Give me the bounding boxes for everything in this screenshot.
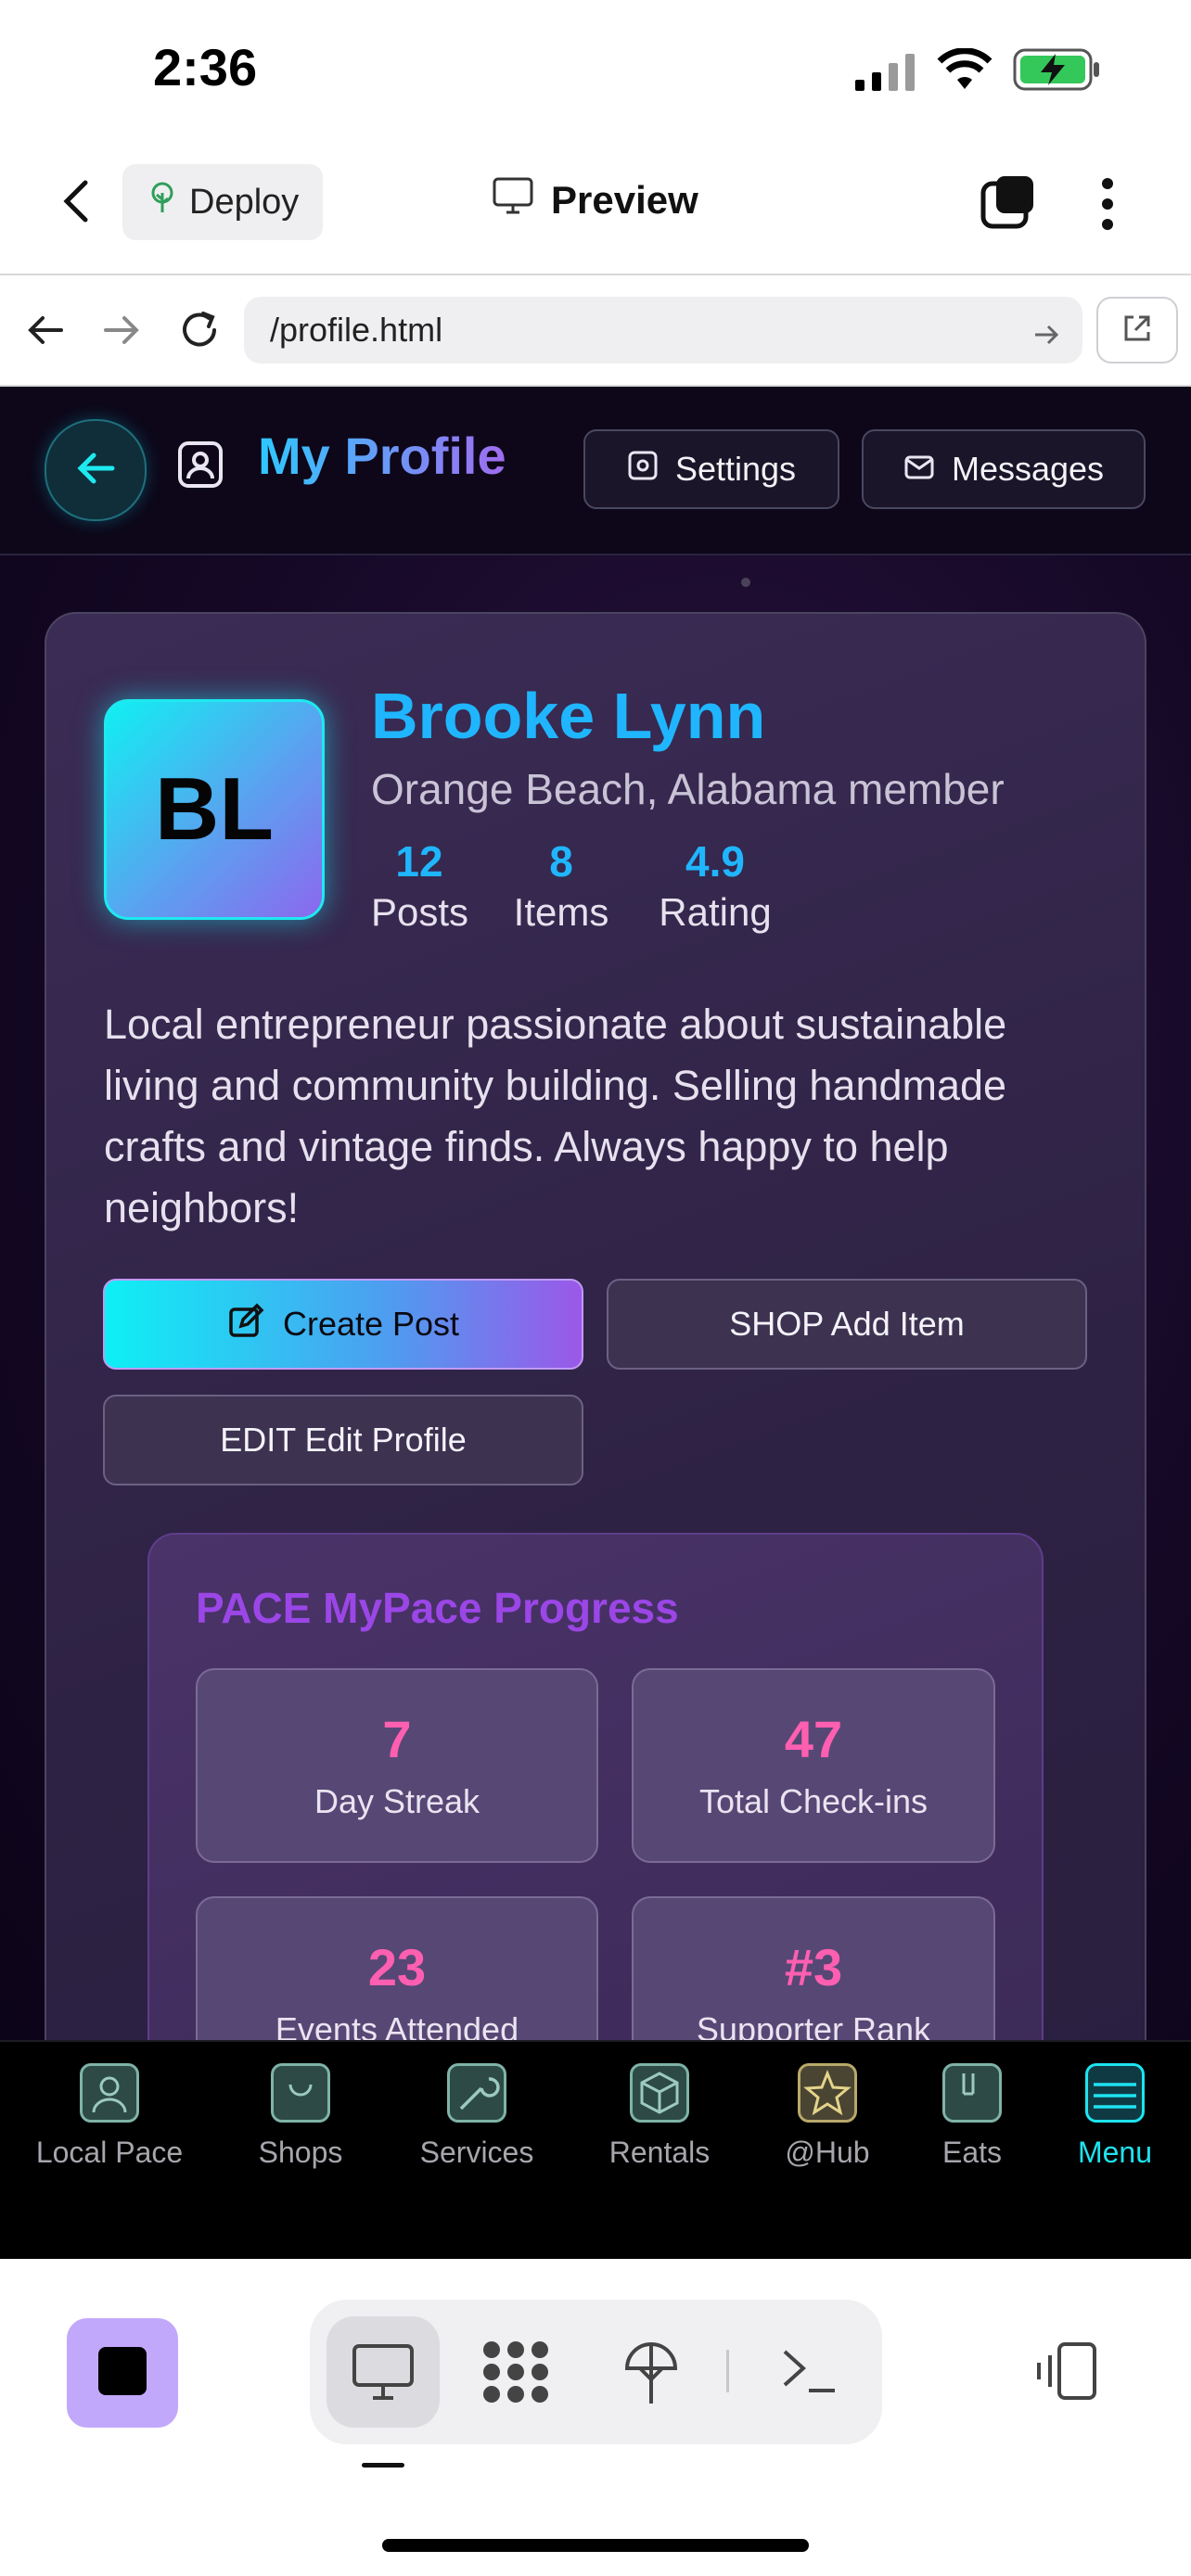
stop-button[interactable]: [67, 2318, 178, 2428]
web-content: My Profile Settings Messages BL Brooke L…: [0, 387, 1191, 2042]
star-icon: [798, 2063, 857, 2123]
profile-bio: Local entrepreneur passionate about sust…: [104, 1001, 1007, 1231]
nav-label: Rentals: [608, 2136, 711, 2169]
browser-back-icon[interactable]: [26, 313, 65, 351]
external-link-icon: [1121, 312, 1154, 350]
battery-icon: [1013, 48, 1102, 96]
deploy-button[interactable]: Deploy: [122, 164, 323, 240]
profile-name: Brooke Lynn: [371, 680, 766, 752]
open-external-button[interactable]: [1096, 297, 1178, 363]
bag-icon: [271, 2063, 330, 2123]
stat-label: Posts: [371, 890, 469, 934]
grid-pattern-icon[interactable]: [480, 2339, 551, 2410]
monitor-icon: [492, 176, 534, 224]
stat-value: 4.9: [685, 837, 745, 886]
menu-icon: [1085, 2063, 1145, 2123]
stat-value: 8: [549, 837, 573, 886]
nav-label: Eats: [941, 2136, 1003, 2169]
pace-progress-card: PACE MyPace Progress 7 Day Streak 47 Tot…: [147, 1533, 1044, 2042]
stat-value: 12: [395, 837, 443, 886]
stat-label: Items: [513, 890, 609, 934]
tile-value: 7: [382, 1710, 412, 1768]
edit-profile-button[interactable]: EDIT Edit Profile: [103, 1395, 583, 1486]
status-time: 2:36: [153, 38, 258, 96]
nav-eats[interactable]: Eats: [898, 2063, 1046, 2170]
settings-button[interactable]: Settings: [583, 429, 839, 509]
tree-icon[interactable]: [621, 2337, 681, 2412]
wrench-icon: [447, 2063, 506, 2123]
back-icon[interactable]: [61, 179, 91, 228]
nav-label: Shops: [258, 2136, 343, 2169]
wifi-icon: [937, 47, 992, 96]
stat-rating[interactable]: 4.9 Rating: [657, 836, 774, 935]
pace-tile-checkins: 47 Total Check-ins: [632, 1668, 995, 1863]
profile-location: Orange Beach, Alabama member: [371, 765, 1005, 813]
nav-rentals[interactable]: Rentals: [585, 2063, 734, 2170]
nav-services[interactable]: Services: [403, 2063, 551, 2170]
pace-tile-streak: 7 Day Streak: [196, 1668, 598, 1863]
home-indicator: [382, 2539, 809, 2552]
more-options-icon[interactable]: [1097, 176, 1118, 236]
person-icon: [80, 2063, 139, 2123]
messages-button[interactable]: Messages: [862, 429, 1146, 509]
nav-local-pace[interactable]: Local Pace: [35, 2063, 184, 2170]
nav-label: Menu: [1077, 2136, 1153, 2169]
browser-forward-icon[interactable]: [102, 313, 141, 351]
arrow-left-icon: [75, 450, 116, 491]
reload-icon[interactable]: [179, 310, 222, 357]
food-icon: [942, 2063, 1002, 2123]
scroll-dot: [741, 578, 750, 587]
nav-label: @Hub: [785, 2136, 870, 2169]
pace-tile-events: 23 Events Attended: [196, 1896, 598, 2042]
box-icon: [630, 2063, 689, 2123]
deploy-label: Deploy: [189, 182, 300, 222]
url-text: /profile.html: [270, 311, 443, 349]
tile-value: 47: [784, 1710, 843, 1768]
add-item-label: SHOP Add Item: [729, 1305, 965, 1343]
pace-title: PACE MyPace Progress: [196, 1584, 679, 1632]
tile-label: Day Streak: [314, 1782, 480, 1820]
profile-badge-icon: [176, 440, 224, 494]
go-arrow-icon[interactable]: [1032, 317, 1060, 356]
nav-label: Local Pace: [35, 2136, 184, 2169]
messages-label: Messages: [951, 450, 1105, 488]
create-post-label: Create Post: [282, 1305, 460, 1343]
add-item-button[interactable]: SHOP Add Item: [607, 1279, 1087, 1370]
tile-label: Supporter Rank: [696, 2010, 931, 2042]
tile-value: 23: [367, 1938, 427, 1996]
tabs-icon[interactable]: [980, 172, 1039, 236]
page-back-button[interactable]: [45, 419, 147, 521]
terminal-icon[interactable]: [779, 2342, 839, 2403]
avatar: BL: [104, 699, 325, 920]
create-post-button[interactable]: Create Post: [103, 1279, 583, 1370]
preview-tab[interactable]: Preview: [492, 176, 698, 224]
url-field[interactable]: /profile.html: [244, 297, 1082, 363]
mail-icon: [903, 450, 935, 489]
pace-tile-rank: #3 Supporter Rank: [632, 1896, 995, 2042]
stat-label: Rating: [659, 890, 772, 934]
tile-label: Events Attended: [275, 2010, 519, 2042]
tree-icon: [148, 181, 176, 223]
preview-label: Preview: [551, 178, 698, 222]
settings-icon: [627, 450, 659, 490]
nav-label: Services: [419, 2136, 534, 2169]
device-rotate-icon[interactable]: [1033, 2340, 1100, 2406]
nav-menu[interactable]: Menu: [1041, 2063, 1189, 2170]
selected-indicator: [362, 2463, 404, 2468]
stat-posts[interactable]: 12 Posts: [371, 836, 469, 935]
tile-label: Total Check-ins: [698, 1782, 928, 1820]
stat-items[interactable]: 8 Items: [513, 836, 609, 935]
monitor-icon[interactable]: [351, 2342, 416, 2406]
nav-hub[interactable]: @Hub: [753, 2063, 902, 2170]
settings-label: Settings: [674, 450, 797, 488]
stop-icon: [98, 2346, 147, 2400]
nav-shops[interactable]: Shops: [226, 2063, 375, 2170]
edit-profile-label: EDIT Edit Profile: [220, 1421, 467, 1459]
tile-value: #3: [784, 1938, 843, 1996]
edit-square-icon: [227, 1302, 264, 1347]
separator: [726, 2350, 729, 2392]
page-title: My Profile: [258, 427, 506, 485]
signal-icon: [855, 54, 918, 96]
